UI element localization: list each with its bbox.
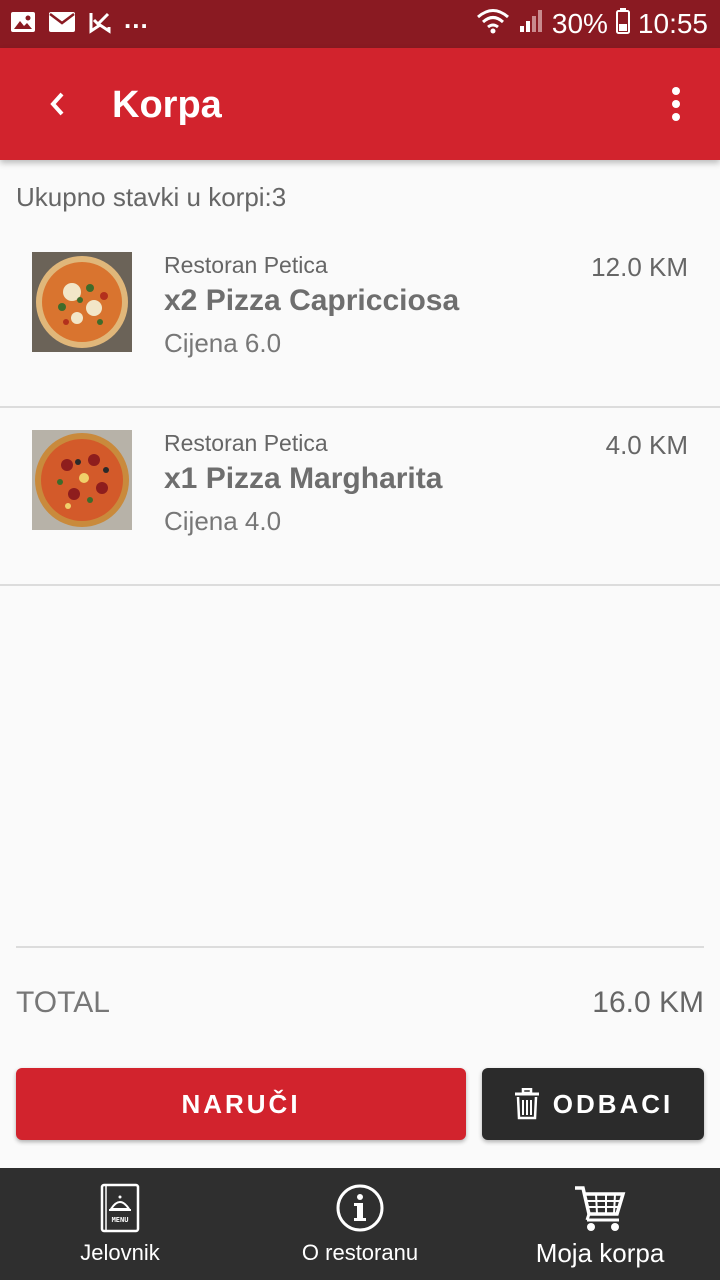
menu-book-icon: MENU [98,1182,142,1234]
nav-label: Jelovnik [80,1240,160,1265]
order-button[interactable]: NARUČI [16,1068,466,1140]
battery-percent: 30% [551,8,608,39]
mail-icon [48,11,76,38]
item-unit-price: Cijena 6.0 [164,328,282,358]
pizza-margharita-image [32,430,132,530]
cart-item[interactable]: Restoran Petica x1 Pizza Margharita Cije… [0,408,720,586]
bottom-navigation: MENU Jelovnik O restoranu Moja korpa [0,1168,720,1280]
item-name: x2 Pizza Capricciosa [164,284,460,317]
nav-item-about[interactable]: O restoranu [240,1168,480,1280]
battery-icon [615,7,630,41]
overflow-menu-button[interactable] [652,76,700,132]
svg-text:MENU: MENU [112,1216,129,1224]
summary-divider [16,946,704,948]
app-bar: Korpa [0,48,720,160]
page-title: Korpa [112,84,222,126]
info-icon [335,1182,385,1234]
item-total-price: 12.0 KM [591,252,688,282]
restaurant-name: Restoran Petica [164,252,328,278]
more-notifications: ... [124,3,149,34]
pizza-capricciosa-image [32,252,132,352]
nav-item-my-cart[interactable]: Moja korpa [480,1168,720,1280]
gallery-icon [10,10,36,39]
cart-items-count: Ukupno stavki u korpi:3 [16,182,287,212]
discard-button-label: ODBACI [552,1088,674,1119]
cart-icon [573,1182,627,1234]
cart-item[interactable]: Restoran Petica x2 Pizza Capricciosa Cij… [0,230,720,408]
total-label: TOTAL [16,986,110,1019]
task-check-icon [88,10,112,39]
trash-icon [514,1088,539,1120]
total-value: 16.0 KM [592,986,704,1019]
order-button-label: NARUČI [181,1088,301,1119]
restaurant-name: Restoran Petica [164,430,328,456]
nav-label: Moja korpa [535,1238,665,1268]
item-total-price: 4.0 KM [605,430,688,460]
discard-button[interactable]: ODBACI [482,1068,704,1140]
signal-icon [518,8,544,41]
back-button[interactable] [30,76,86,132]
status-bar: ... 30% 10:55 [0,0,720,48]
more-vertical-icon [672,87,680,121]
item-name: x1 Pizza Margharita [164,462,443,495]
nav-label: O restoranu [301,1240,419,1265]
clock: 10:55 [637,8,708,39]
wifi-icon [476,7,510,42]
nav-item-menu[interactable]: MENU Jelovnik [0,1168,240,1280]
item-unit-price: Cijena 4.0 [164,506,282,536]
chevron-left-icon [50,92,64,116]
